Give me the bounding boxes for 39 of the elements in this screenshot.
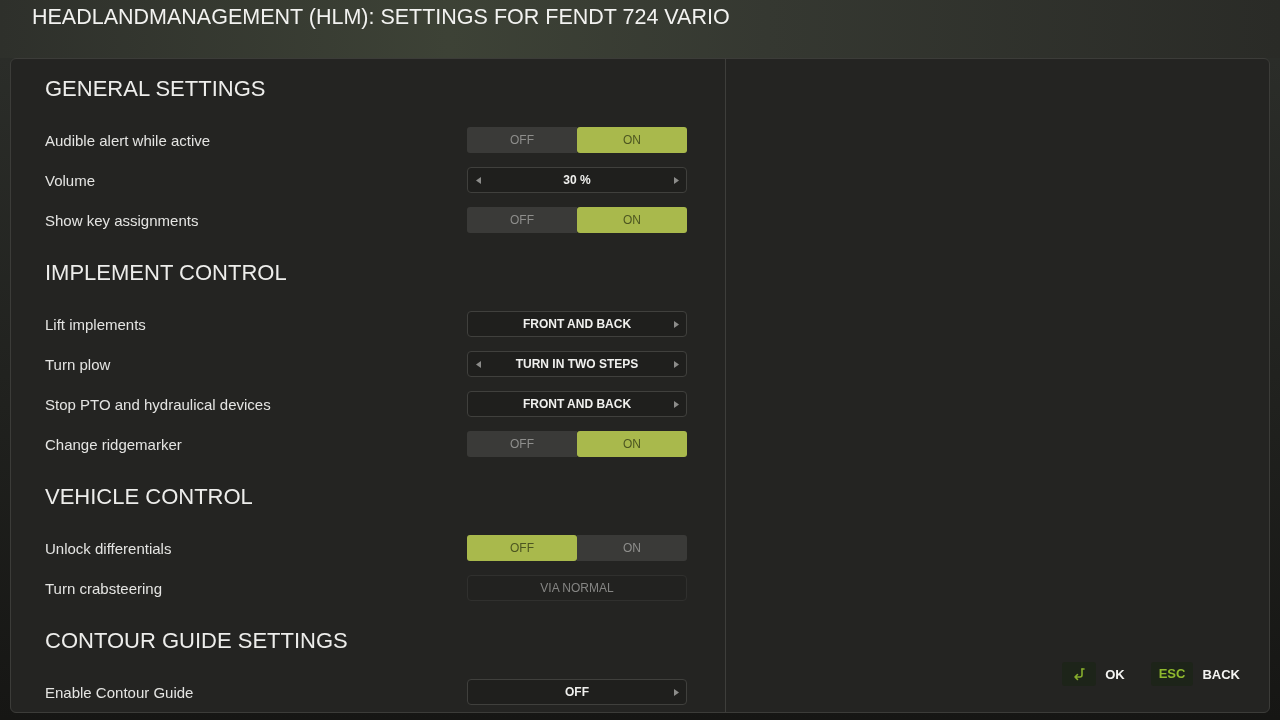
setting-label: Turn crabsteering — [45, 579, 162, 597]
section-heading: VEHICLE CONTROL — [45, 483, 253, 511]
section-heading: GENERAL SETTINGS — [45, 75, 266, 103]
option-selector[interactable]: 30 % — [467, 167, 687, 193]
setting-label: Change ridgemarker — [45, 435, 182, 453]
option-selector[interactable]: TURN IN TWO STEPS — [467, 351, 687, 377]
left-arrow-icon[interactable] — [475, 360, 481, 368]
toggle-option[interactable]: ON — [577, 535, 687, 561]
toggle-option[interactable]: OFF — [467, 127, 577, 153]
setting-label: Show key assignments — [45, 211, 199, 229]
option-selector[interactable]: FRONT AND BACK — [467, 391, 687, 417]
toggle-option[interactable]: OFF — [467, 431, 577, 457]
option-selector[interactable]: FRONT AND BACK — [467, 311, 687, 337]
right-arrow-icon[interactable] — [673, 360, 679, 368]
key-hint[interactable]: ESC — [1150, 662, 1194, 686]
toggle-option[interactable]: ON — [577, 127, 687, 153]
right-arrow-icon[interactable] — [673, 176, 679, 184]
setting-label: Enable Contour Guide — [45, 683, 194, 701]
right-arrow-icon[interactable] — [673, 320, 679, 328]
right-arrow-icon[interactable] — [673, 400, 679, 408]
toggle-option[interactable]: OFF — [467, 535, 577, 561]
toggle-option[interactable]: OFF — [467, 207, 577, 233]
footer-button[interactable]: BACK — [1202, 666, 1240, 682]
setting-label: Unlock differentials — [45, 539, 172, 557]
right-arrow-icon[interactable] — [673, 688, 679, 696]
window-title: HEADLANDMANAGEMENT (HLM): SETTINGS FOR FENDT 724 VARIO — [32, 4, 730, 29]
option-selector[interactable]: OFF — [467, 679, 687, 705]
footer-button[interactable]: OK — [1105, 666, 1125, 682]
toggle-option[interactable]: ON — [577, 207, 687, 233]
setting-label: Stop PTO and hydraulical devices — [45, 395, 271, 413]
toggle-option[interactable]: ON — [577, 431, 687, 457]
left-arrow-icon[interactable] — [475, 176, 481, 184]
setting-label: Audible alert while active — [45, 131, 211, 149]
setting-label: Turn plow — [45, 355, 111, 373]
enter-key-icon[interactable] — [1062, 662, 1097, 686]
section-heading: IMPLEMENT CONTROL — [45, 259, 287, 287]
section-heading: CONTOUR GUIDE SETTINGS — [45, 627, 348, 655]
setting-label: Volume — [45, 171, 96, 189]
setting-label: Lift implements — [45, 315, 146, 333]
